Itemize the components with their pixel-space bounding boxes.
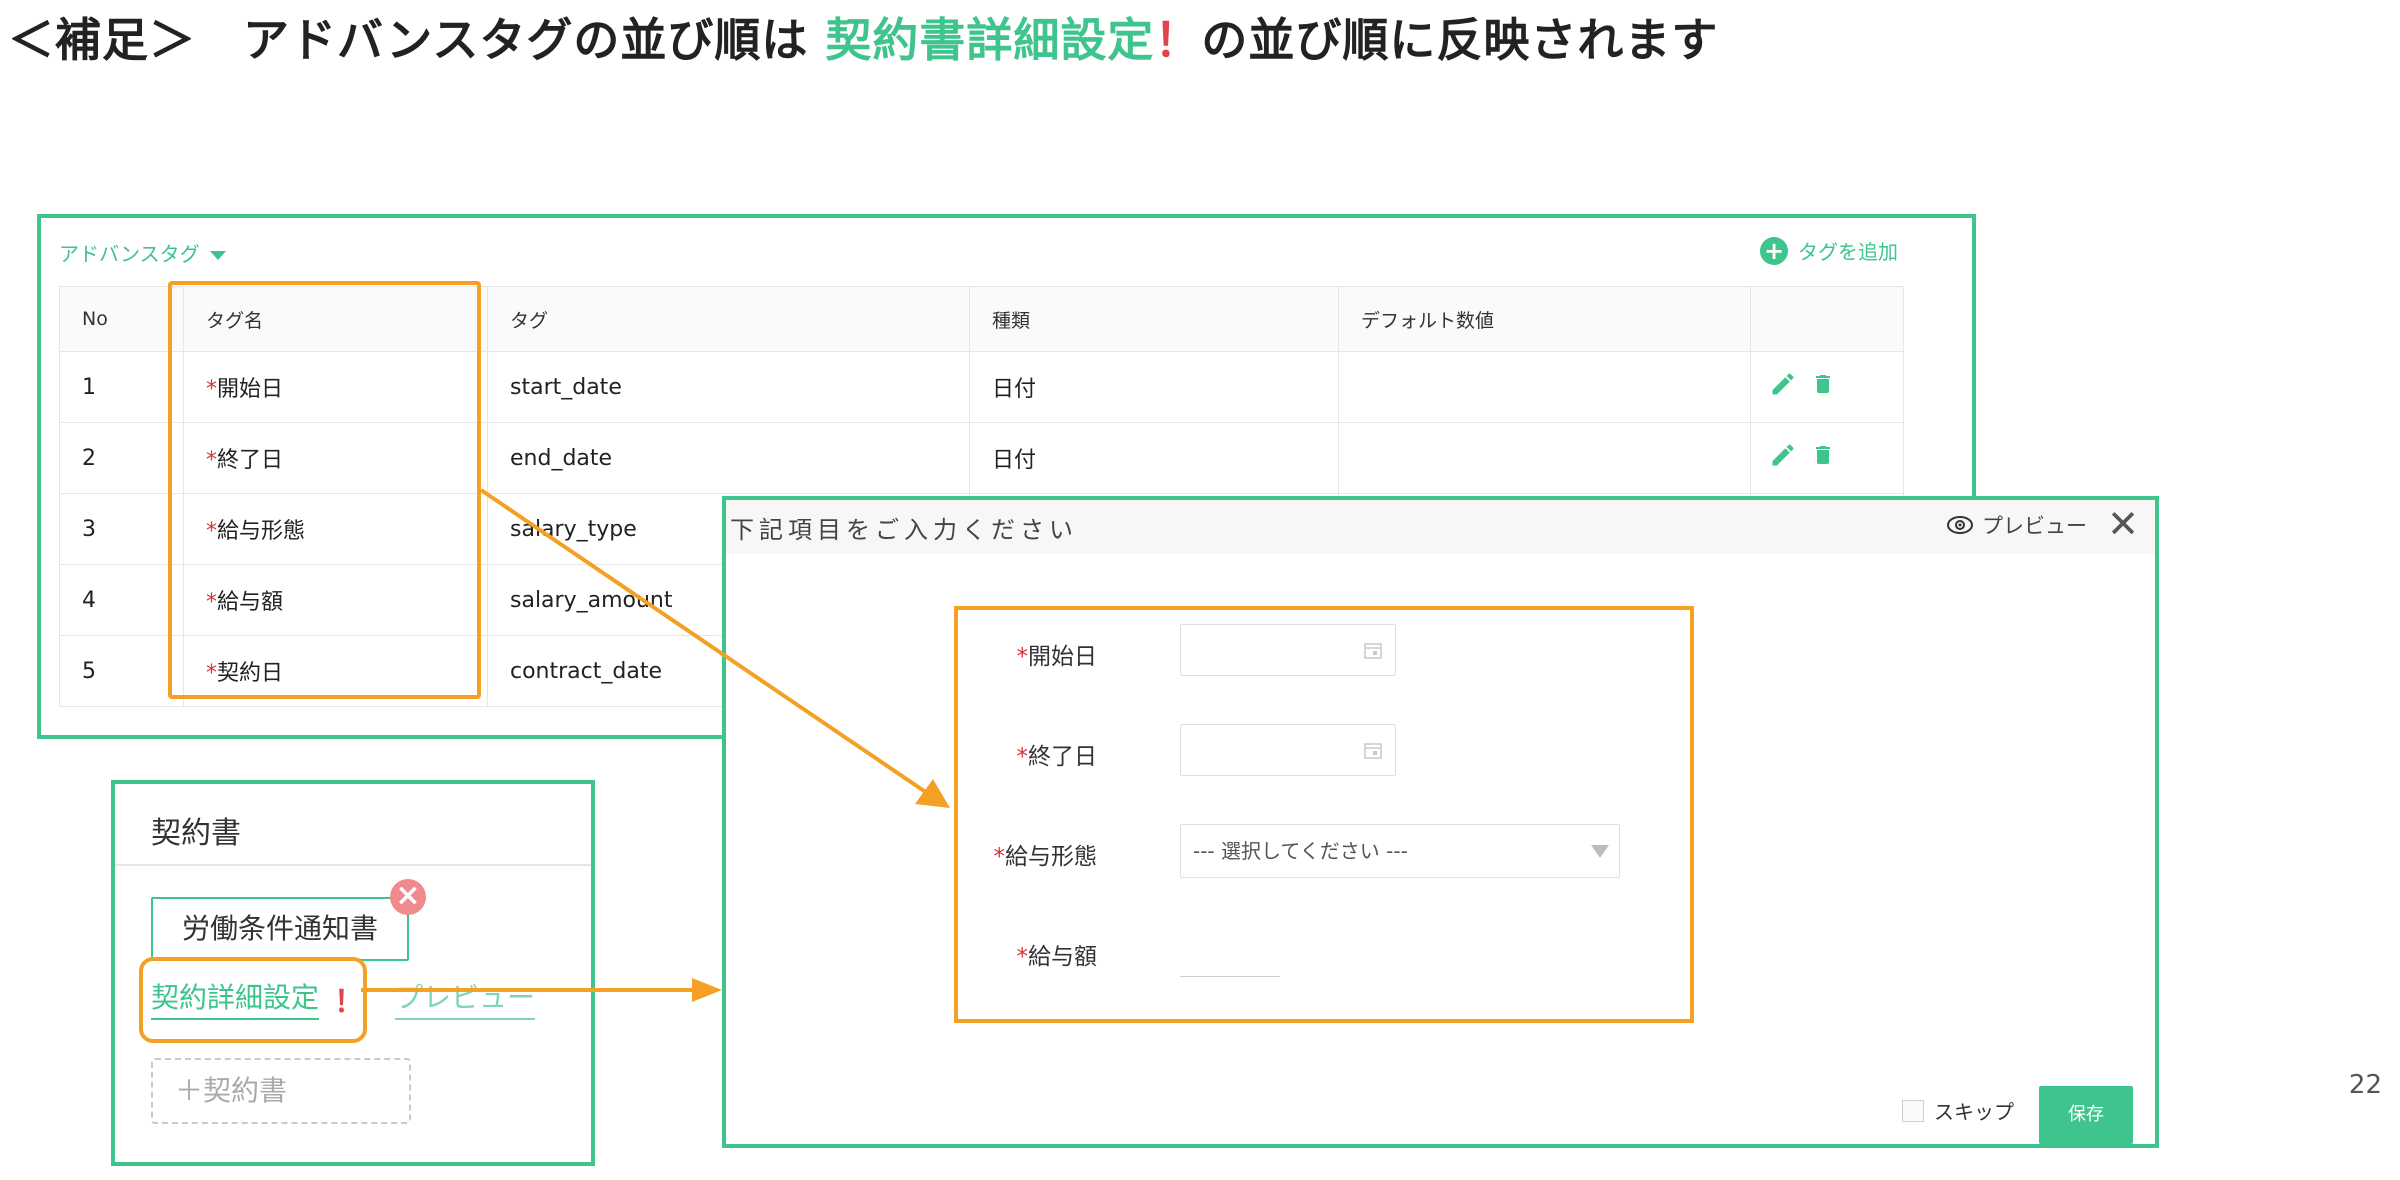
add-contract-button[interactable]: ＋契約書 (151, 1058, 411, 1124)
tag-name-highlight-box (168, 281, 481, 699)
form-header: 下記項目をご入力ください プレビュー ✕ (726, 500, 2155, 554)
cell-actions (1750, 351, 1904, 423)
start-date-input[interactable] (1180, 624, 1396, 676)
column-header-tag: タグ (487, 286, 970, 352)
edit-icon[interactable] (1769, 441, 1797, 469)
page-number: 22 (2348, 1070, 2382, 1100)
column-header-type: 種類 (969, 286, 1339, 352)
cell-default (1338, 422, 1751, 494)
cell-no: 2 (59, 422, 184, 494)
checkbox-icon (1902, 1099, 1924, 1122)
skip-checkbox[interactable]: スキップ (1902, 1096, 2014, 1125)
column-header-no: No (59, 286, 184, 352)
contract-title: 契約書 (151, 816, 241, 851)
skip-label: スキップ (1934, 1100, 2014, 1124)
edit-icon[interactable] (1769, 370, 1797, 398)
cell-type: 日付 (969, 422, 1339, 494)
caret-down-icon (209, 251, 226, 260)
contract-panel: 契約書 労働条件通知書 × 契約詳細設定 ！ プレビュー ＋契約書 (111, 780, 595, 1166)
plus-circle-icon: + (1760, 236, 1788, 265)
field-label-text: 給与額 (1028, 944, 1097, 970)
field-label-start-date: *開始日 (907, 637, 1098, 671)
cell-tag: end_date (487, 422, 970, 494)
close-icon[interactable]: ✕ (2107, 502, 2139, 546)
cell-no: 1 (59, 351, 184, 423)
cell-no: 4 (59, 564, 184, 636)
triangle-down-icon (1591, 845, 1609, 858)
title-text-accent: 契約書詳細設定 (825, 13, 1155, 67)
title-text-post: の並び順に反映されます (1201, 13, 1719, 67)
cell-actions (1750, 422, 1904, 494)
document-tag[interactable]: 労働条件通知書 (151, 897, 409, 961)
add-tag-button[interactable]: + タグを追加 (1760, 236, 1898, 265)
advanced-tags-header: アドバンスタグ (59, 242, 200, 266)
field-label-salary-amount: *給与額 (907, 937, 1098, 971)
salary-amount-input[interactable] (1180, 976, 1280, 977)
column-header-default: デフォルト数値 (1338, 286, 1751, 352)
cell-tag: start_date (487, 351, 970, 423)
cell-no: 5 (59, 635, 184, 707)
field-label-text: 終了日 (1028, 744, 1097, 770)
slide-title: ＜補足＞ アドバンスタグの並び順は 契約書詳細設定！の並び順に反映されます (8, 4, 1718, 70)
form-header-text: 下記項目をご入力ください (730, 516, 1078, 544)
field-label-end-date: *終了日 (907, 737, 1098, 771)
delete-icon[interactable] (1811, 441, 1835, 469)
required-mark: * (1016, 644, 1029, 670)
calendar-icon (1364, 743, 1382, 759)
field-label-salary-type: *給与形態 (907, 837, 1098, 871)
salary-type-select[interactable]: --- 選択してください --- (1180, 824, 1620, 878)
divider (115, 864, 591, 866)
cell-no: 3 (59, 493, 184, 565)
required-mark: * (1016, 744, 1029, 770)
title-exclamation: ！ (1154, 13, 1202, 67)
end-date-input[interactable] (1180, 724, 1396, 776)
calendar-icon (1364, 643, 1382, 659)
field-label-text: 給与形態 (1005, 844, 1097, 870)
advanced-tags-dropdown[interactable]: アドバンスタグ (59, 238, 226, 267)
cell-default (1338, 351, 1751, 423)
field-label-text: 開始日 (1028, 644, 1097, 670)
add-tag-label: タグを追加 (1798, 240, 1898, 264)
delete-icon[interactable] (1811, 370, 1835, 398)
cell-type: 日付 (969, 351, 1339, 423)
input-form-panel: 下記項目をご入力ください プレビュー ✕ *開始日 *終了日 *給与形態 ---… (722, 496, 2159, 1148)
select-placeholder: --- 選択してください --- (1193, 839, 1408, 863)
eye-icon (1947, 516, 1973, 534)
required-mark: * (1016, 944, 1029, 970)
column-header-actions (1750, 286, 1904, 352)
preview-link[interactable]: プレビュー (395, 976, 536, 1020)
close-circle-icon[interactable]: × (390, 879, 426, 915)
preview-label: プレビュー (1982, 514, 2087, 538)
preview-button[interactable]: プレビュー (1946, 510, 2087, 540)
save-button[interactable]: 保存 (2039, 1086, 2133, 1144)
detail-link-highlight-box (139, 957, 367, 1043)
title-text-pre: ＜補足＞ アドバンスタグの並び順は (8, 13, 826, 67)
required-mark: * (993, 844, 1006, 870)
